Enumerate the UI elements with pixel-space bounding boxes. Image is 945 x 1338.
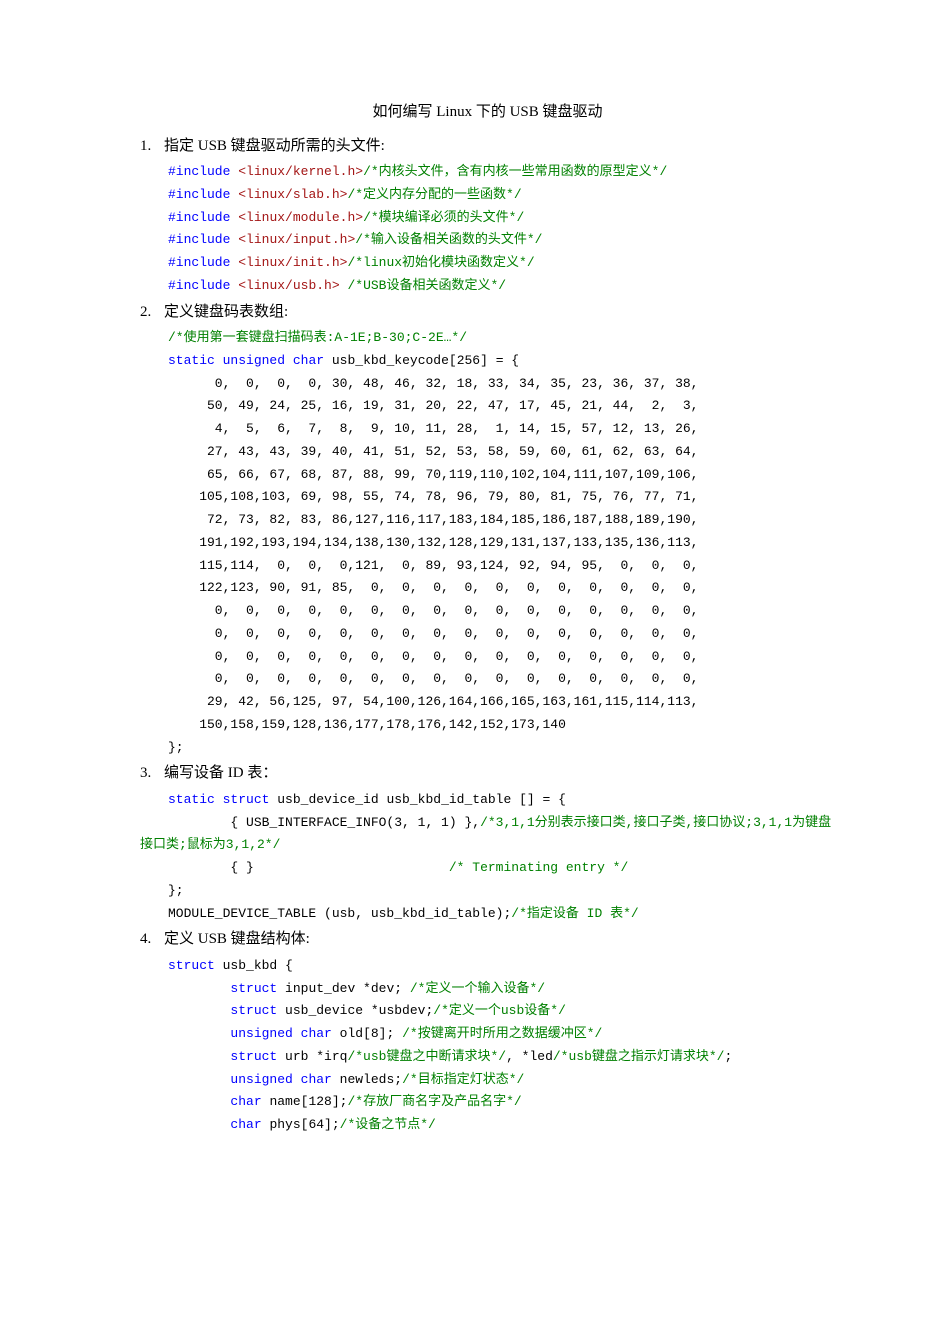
page-title: 如何编写 Linux 下的 USB 键盘驱动	[140, 100, 835, 126]
section-4-code: struct usb_kbd { struct input_dev *dev; …	[168, 955, 835, 1137]
section-1-title: 指定 USB 键盘驱动所需的头文件:	[164, 138, 385, 154]
document-page: 如何编写 Linux 下的 USB 键盘驱动 1.指定 USB 键盘驱动所需的头…	[0, 0, 945, 1197]
section-2-code: /*使用第一套键盘扫描码表:A-1E;B-30;C-2E…*/ static u…	[168, 327, 835, 759]
section-3-code-wrap: 接口类;鼠标为3,1,2*/	[140, 834, 835, 857]
section-3-code-b: { } /* Terminating entry */ }; MODULE_DE…	[168, 857, 835, 925]
section-1-code: #include <linux/kernel.h>/*内核头文件，含有内核一些常…	[168, 161, 835, 298]
section-2-title: 定义键盘码表数组:	[164, 304, 288, 320]
section-3-num: 3.	[140, 761, 164, 787]
section-2-num: 2.	[140, 300, 164, 326]
section-1-num: 1.	[140, 134, 164, 160]
section-3-heading: 3.编写设备 ID 表：	[140, 761, 835, 787]
section-3-code-a: static struct usb_device_id usb_kbd_id_t…	[168, 789, 835, 835]
section-4: 4.定义 USB 键盘结构体: struct usb_kbd { struct …	[140, 927, 835, 1137]
section-2: 2.定义键盘码表数组: /*使用第一套键盘扫描码表:A-1E;B-30;C-2E…	[140, 300, 835, 760]
section-3-title: 编写设备 ID 表：	[164, 765, 277, 781]
section-2-heading: 2.定义键盘码表数组:	[140, 300, 835, 326]
section-4-title: 定义 USB 键盘结构体:	[164, 931, 310, 947]
section-3: 3.编写设备 ID 表： static struct usb_device_id…	[140, 761, 835, 925]
section-4-heading: 4.定义 USB 键盘结构体:	[140, 927, 835, 953]
section-1: 1.指定 USB 键盘驱动所需的头文件: #include <linux/ker…	[140, 134, 835, 298]
section-4-num: 4.	[140, 927, 164, 953]
section-1-heading: 1.指定 USB 键盘驱动所需的头文件:	[140, 134, 835, 160]
